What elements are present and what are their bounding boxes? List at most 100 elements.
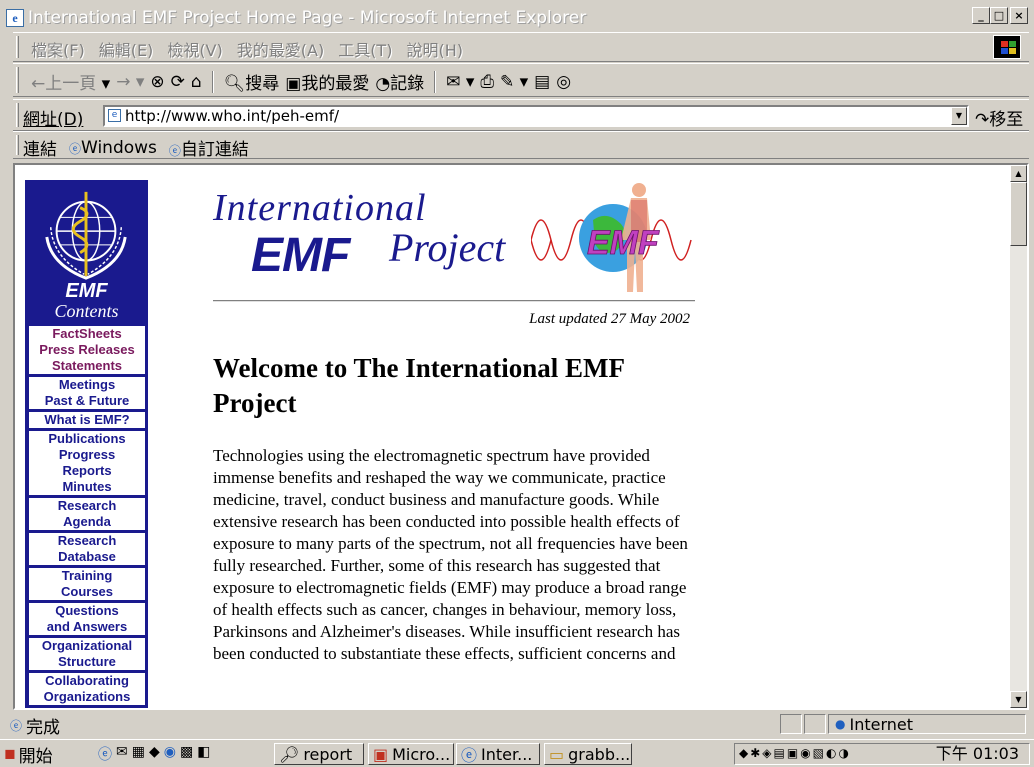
emf-sidebar: EMF Contents FactSheets Press Releases S… bbox=[25, 180, 148, 708]
windows-flag-icon: ◼ bbox=[4, 746, 16, 762]
system-tray: ◆✱◈▤▣◉▧◐◑ 下午 01:03 bbox=[734, 743, 1030, 765]
page-heading: Welcome to The International EMF Project bbox=[213, 353, 624, 418]
nav-research-agenda[interactable]: Research Agenda bbox=[29, 498, 145, 530]
title-bar[interactable]: e International EMF Project Home Page - … bbox=[4, 4, 1030, 32]
refresh-icon[interactable]: ⟳ bbox=[171, 72, 185, 92]
globe-icon: ● bbox=[835, 717, 846, 731]
scroll-up-button[interactable]: ▲ bbox=[1010, 165, 1027, 182]
mail-icon[interactable]: ✉ ▾ bbox=[446, 72, 474, 92]
page-done-icon: ⓔ bbox=[10, 719, 23, 733]
last-updated: Last updated 27 May 2002 bbox=[529, 311, 690, 327]
scroll-down-button[interactable]: ▼ bbox=[1010, 691, 1027, 708]
search-button[interactable]: 🔍︎搜尋 bbox=[224, 69, 280, 94]
sidebar-nav: FactSheets Press Releases Statements Mee… bbox=[29, 326, 145, 708]
nav-questions-answers[interactable]: Questions and Answers bbox=[29, 603, 145, 635]
link-custom[interactable]: ⓔ自訂連結 bbox=[169, 135, 249, 160]
status-bar: ⓔ 完成 ● Internet bbox=[4, 713, 1030, 738]
security-zone: ● Internet bbox=[828, 714, 1026, 734]
taskbar-micro[interactable]: ▣ Micro... bbox=[368, 743, 454, 765]
menu-help[interactable]: 說明(H) bbox=[406, 37, 463, 61]
start-button[interactable]: ◼ 開始 bbox=[4, 743, 53, 767]
favorites-button[interactable]: ▣我的最愛 bbox=[285, 69, 369, 94]
nav-collaborating-organizations[interactable]: Collaborating Organizations bbox=[29, 673, 145, 705]
nav-training-courses[interactable]: Training Courses bbox=[29, 568, 145, 600]
desktop-icon[interactable]: ▦ bbox=[132, 744, 145, 764]
tray-icons[interactable]: ◆✱◈▤▣◉▧◐◑ bbox=[739, 746, 851, 760]
close-button[interactable]: × bbox=[1010, 7, 1028, 24]
logo-project: Project bbox=[389, 225, 506, 270]
go-arrow-icon: ↷ bbox=[975, 110, 990, 130]
address-dropdown-button[interactable]: ▼ bbox=[951, 107, 967, 125]
folder-search-icon: 🔎︎ bbox=[279, 744, 300, 764]
taskbar-report[interactable]: 🔎︎ report bbox=[274, 743, 364, 765]
nav-factsheets-group: FactSheets Press Releases Statements bbox=[29, 326, 145, 374]
forward-button[interactable]: → ▾ bbox=[116, 72, 144, 92]
nav-organizational-structure[interactable]: Organizational Structure bbox=[29, 638, 145, 670]
ie-task-icon: ⓔ bbox=[461, 746, 478, 765]
nav-research-database[interactable]: Research Database bbox=[29, 533, 145, 565]
emf-wave-figure-icon: EMF bbox=[531, 183, 692, 292]
divider bbox=[213, 300, 695, 302]
quick-launch: ⓔ ✉ ▦ ◆ ◉ ▩ ◧ bbox=[98, 744, 210, 764]
address-label: 網址(D) bbox=[23, 110, 84, 130]
logo-badge: EMF bbox=[587, 224, 660, 262]
ppt-icon: ▣ bbox=[373, 744, 389, 764]
discuss-icon[interactable]: ▤ bbox=[534, 72, 550, 92]
minimize-button[interactable]: _ bbox=[972, 7, 990, 24]
app2-launch-icon[interactable]: ◧ bbox=[197, 744, 210, 764]
clock: 下午 01:03 bbox=[935, 744, 1019, 763]
back-arrow-icon: ← bbox=[31, 74, 46, 94]
history-button[interactable]: ◔記錄 bbox=[375, 69, 424, 94]
ie-window: e International EMF Project Home Page - … bbox=[0, 0, 1034, 767]
taskbar: ◼ 開始 ⓔ ✉ ▦ ◆ ◉ ▩ ◧ 🔎︎ report ▣ Micro... ⓔ I… bbox=[0, 739, 1034, 767]
menu-bar: 檔案(F) 編輯(E) 檢視(V) 我的最愛(A) 工具(T) 說明(H) bbox=[13, 32, 1029, 62]
emf-project-logo: International EMF Project EMF bbox=[213, 180, 693, 300]
address-input[interactable]: e http://www.who.int/peh-emf/ bbox=[103, 105, 969, 127]
sidebar-subtitle: Contents bbox=[54, 301, 119, 321]
window-title: International EMF Project Home Page - Mi… bbox=[28, 8, 587, 28]
page-icon: e bbox=[108, 109, 121, 122]
links-bar: 連結 ⓔWindows ⓔ自訂連結 bbox=[13, 131, 1029, 160]
favorites-icon: ▣ bbox=[285, 74, 302, 94]
app-launch-icon[interactable]: ▩ bbox=[180, 744, 193, 764]
links-label: 連結 bbox=[23, 140, 57, 160]
search-icon: 🔍︎ bbox=[223, 74, 246, 94]
nav-press-releases[interactable]: Press Releases bbox=[29, 342, 145, 358]
scroll-thumb[interactable] bbox=[1010, 182, 1027, 246]
channel-icon[interactable]: ◆ bbox=[149, 744, 160, 764]
folder-icon: ▭ bbox=[549, 744, 565, 764]
nav-meetings[interactable]: Meetings Past & Future bbox=[29, 377, 145, 409]
maximize-button[interactable]: □ bbox=[990, 7, 1008, 24]
menu-tools[interactable]: 工具(T) bbox=[338, 37, 392, 61]
home-icon[interactable]: ⌂ bbox=[191, 72, 202, 92]
edit-icon[interactable]: ✎ ▾ bbox=[500, 72, 528, 92]
nav-statements[interactable]: Statements bbox=[29, 358, 145, 374]
intro-paragraph: Technologies using the electromagnetic s… bbox=[213, 446, 688, 663]
go-button[interactable]: ↷移至 bbox=[975, 105, 1023, 130]
vertical-scrollbar[interactable]: ▲ ▼ bbox=[1010, 165, 1027, 708]
taskbar-grabb[interactable]: ▭ grabb... bbox=[544, 743, 632, 765]
ie-icon: e bbox=[6, 9, 24, 27]
taskbar-inter[interactable]: ⓔ Inter... bbox=[456, 743, 540, 765]
messenger-icon[interactable]: ◎ bbox=[556, 72, 571, 92]
link-windows[interactable]: ⓔWindows bbox=[69, 138, 157, 158]
menu-edit[interactable]: 編輯(E) bbox=[99, 37, 154, 61]
messenger-launch-icon[interactable]: ◉ bbox=[164, 744, 176, 764]
nav-factsheets[interactable]: FactSheets bbox=[29, 326, 145, 342]
menu-favorites[interactable]: 我的最愛(A) bbox=[237, 37, 324, 61]
stop-icon[interactable]: ⊗ bbox=[150, 72, 164, 92]
windows-logo-icon bbox=[993, 35, 1021, 59]
who-logo-icon bbox=[45, 191, 127, 280]
print-icon[interactable]: ⎙ bbox=[480, 72, 494, 92]
address-bar: 網址(D) e http://www.who.int/peh-emf/ ▼ ↷移… bbox=[13, 99, 1029, 131]
outlook-launch-icon[interactable]: ✉ bbox=[116, 744, 128, 764]
standard-toolbar: ←上一頁 ▾ → ▾ ⊗ ⟳ ⌂ 🔍︎搜尋 ▣我的最愛 ◔記錄 ✉ ▾ ⎙ ✎ … bbox=[13, 63, 1029, 97]
sidebar-title: EMF bbox=[65, 280, 108, 302]
address-url: http://www.who.int/peh-emf/ bbox=[125, 107, 340, 125]
menu-file[interactable]: 檔案(F) bbox=[31, 37, 85, 61]
nav-publications[interactable]: Publications Progress Reports Minutes bbox=[29, 431, 145, 495]
back-button[interactable]: ←上一頁 ▾ bbox=[31, 69, 110, 94]
menu-view[interactable]: 檢視(V) bbox=[167, 37, 222, 61]
nav-what-is-emf[interactable]: What is EMF? bbox=[29, 412, 145, 428]
ie-launch-icon[interactable]: ⓔ bbox=[98, 744, 112, 764]
